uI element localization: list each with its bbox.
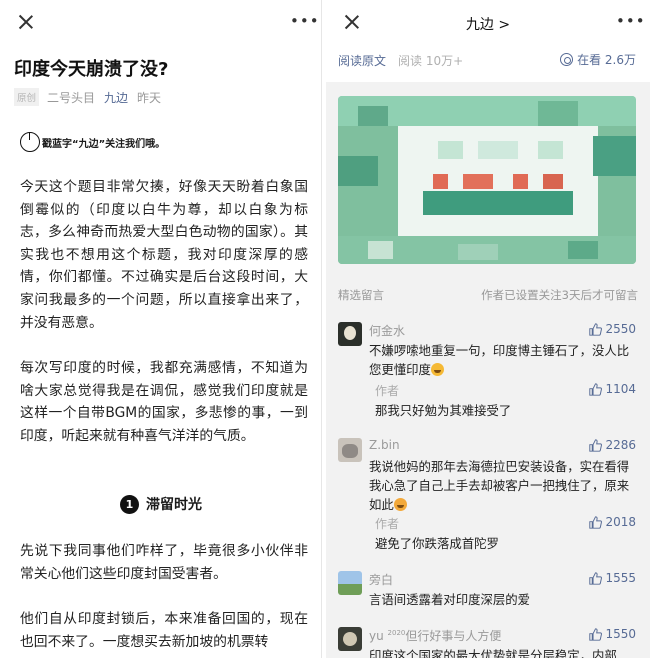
comments-header: 九边 > ••• 阅读原文 阅读 10万+ 在看 2.6万 [326,0,650,82]
gear-flower-icon [560,53,574,66]
article-stats: 阅读原文 阅读 10万+ [338,52,463,69]
paragraph: 先说下我同事他们咋样了，毕竟很多小伙伴非常关心他们这些印度封国受害者。 [20,543,308,582]
comments-heading: 精选留言 作者已设置关注3天后才可留言 [338,287,638,303]
commenter-name[interactable]: yu 2020但行好事与人方便 [369,627,501,644]
comment-text: 我说他妈的那年去海德拉巴安装设备，实在看得我心急了自己上手去却被客户一把拽住了，… [369,459,630,512]
more-dots-icon[interactable]: ••• [290,14,320,29]
like-button[interactable]: 2286 [589,438,636,452]
watching-count: 在看 2.6万 [577,53,636,67]
original-tag: 原创 [14,88,40,106]
thumb-up-icon [589,571,603,585]
like-button[interactable]: 1555 [589,571,636,585]
article-top-bar: ••• [0,0,321,44]
crying-laugh-emoji-icon [393,498,407,511]
more-dots-icon[interactable]: ••• [616,14,646,29]
section-number-badge: 1 [120,494,139,514]
commenter-name[interactable]: Z.bin [369,438,400,452]
account-title[interactable]: 九边 > [326,14,650,34]
reply-text: 那我只好勉为其难接受了 [375,403,512,418]
thumb-up-icon [589,322,603,336]
author-name: 二号头目 [47,90,96,105]
like-count: 2018 [605,515,636,529]
comments-label: 精选留言 [338,288,384,302]
avatar[interactable] [338,571,362,595]
watching-button[interactable]: 在看 2.6万 [560,51,636,68]
section-heading: 1 滞留时光 [120,494,202,514]
paragraph: 每次写印度的时候，我都充满感情，不知道为啥大家总觉得我是在调侃，感觉我们印度就是… [20,360,308,444]
thumb-up-icon [589,515,603,529]
article-title: 印度今天崩溃了没? [14,59,169,80]
like-button[interactable]: 2550 [589,322,636,336]
paragraph: 他们自从印度封锁后，本来准备回国的，现在也回不来了。一度想买去新加坡的机票转 [20,611,308,650]
comments-panel: 九边 > ••• 阅读原文 阅读 10万+ 在看 2.6万 精选留言 作者已设置… [326,0,650,658]
thumb-up-icon [589,382,603,396]
avatar[interactable] [338,438,362,462]
reply-author-label: 作者 [375,384,400,398]
comment-text: 不嫌啰嗦地重复一句，印度博主锤石了，没人比您更懂印度 [369,343,630,377]
section-title: 滞留时光 [146,497,202,513]
avatar[interactable] [338,627,362,651]
comment-text: 印度这个国家的最大优势就是分层稳定，内部 [369,648,617,658]
like-count: 1550 [605,627,636,641]
article-meta: 原创 二号头目 九边 昨天 [14,88,161,106]
mosaic-image [338,96,636,264]
like-count: 2550 [605,322,636,336]
like-count: 1555 [605,571,636,585]
comments-note: 作者已设置关注3天后才可留言 [481,288,638,302]
like-button[interactable]: 2018 [589,515,636,529]
account-link[interactable]: 九边 [104,89,128,106]
like-button[interactable]: 1550 [589,627,636,641]
like-count: 2286 [605,438,636,452]
publish-date: 昨天 [137,90,162,105]
commenter-name[interactable]: 旁白 [369,571,393,588]
power-icon [20,132,40,152]
article-panel: ••• 印度今天崩溃了没? 原创 二号头目 九边 昨天 戳蓝字“九边”关注我们哦… [0,0,322,658]
thumb-up-icon [589,438,603,452]
follow-prompt-text: 戳蓝字“九边”关注我们哦。 [42,138,166,150]
read-original-link[interactable]: 阅读原文 [338,52,386,69]
avatar[interactable] [338,322,362,346]
like-count: 1104 [605,382,636,396]
follow-prompt: 戳蓝字“九边”关注我们哦。 [20,132,165,152]
thumb-up-icon [589,627,603,641]
reply-text: 避免了你跌落成首陀罗 [375,536,499,551]
commenter-name[interactable]: 何金水 [369,322,405,339]
paragraph: 今天这个题目非常欠揍，好像天天盼着白象国倒霉似的（印度以白牛为尊，却以白象为标志… [20,179,308,331]
comment-text: 言语间透露着对印度深层的爱 [369,592,531,607]
like-button[interactable]: 1104 [589,382,636,396]
reply-author-label: 作者 [375,517,400,531]
close-icon[interactable] [15,11,37,33]
laugh-emoji-icon [430,363,444,376]
read-count: 阅读 10万+ [398,54,464,68]
